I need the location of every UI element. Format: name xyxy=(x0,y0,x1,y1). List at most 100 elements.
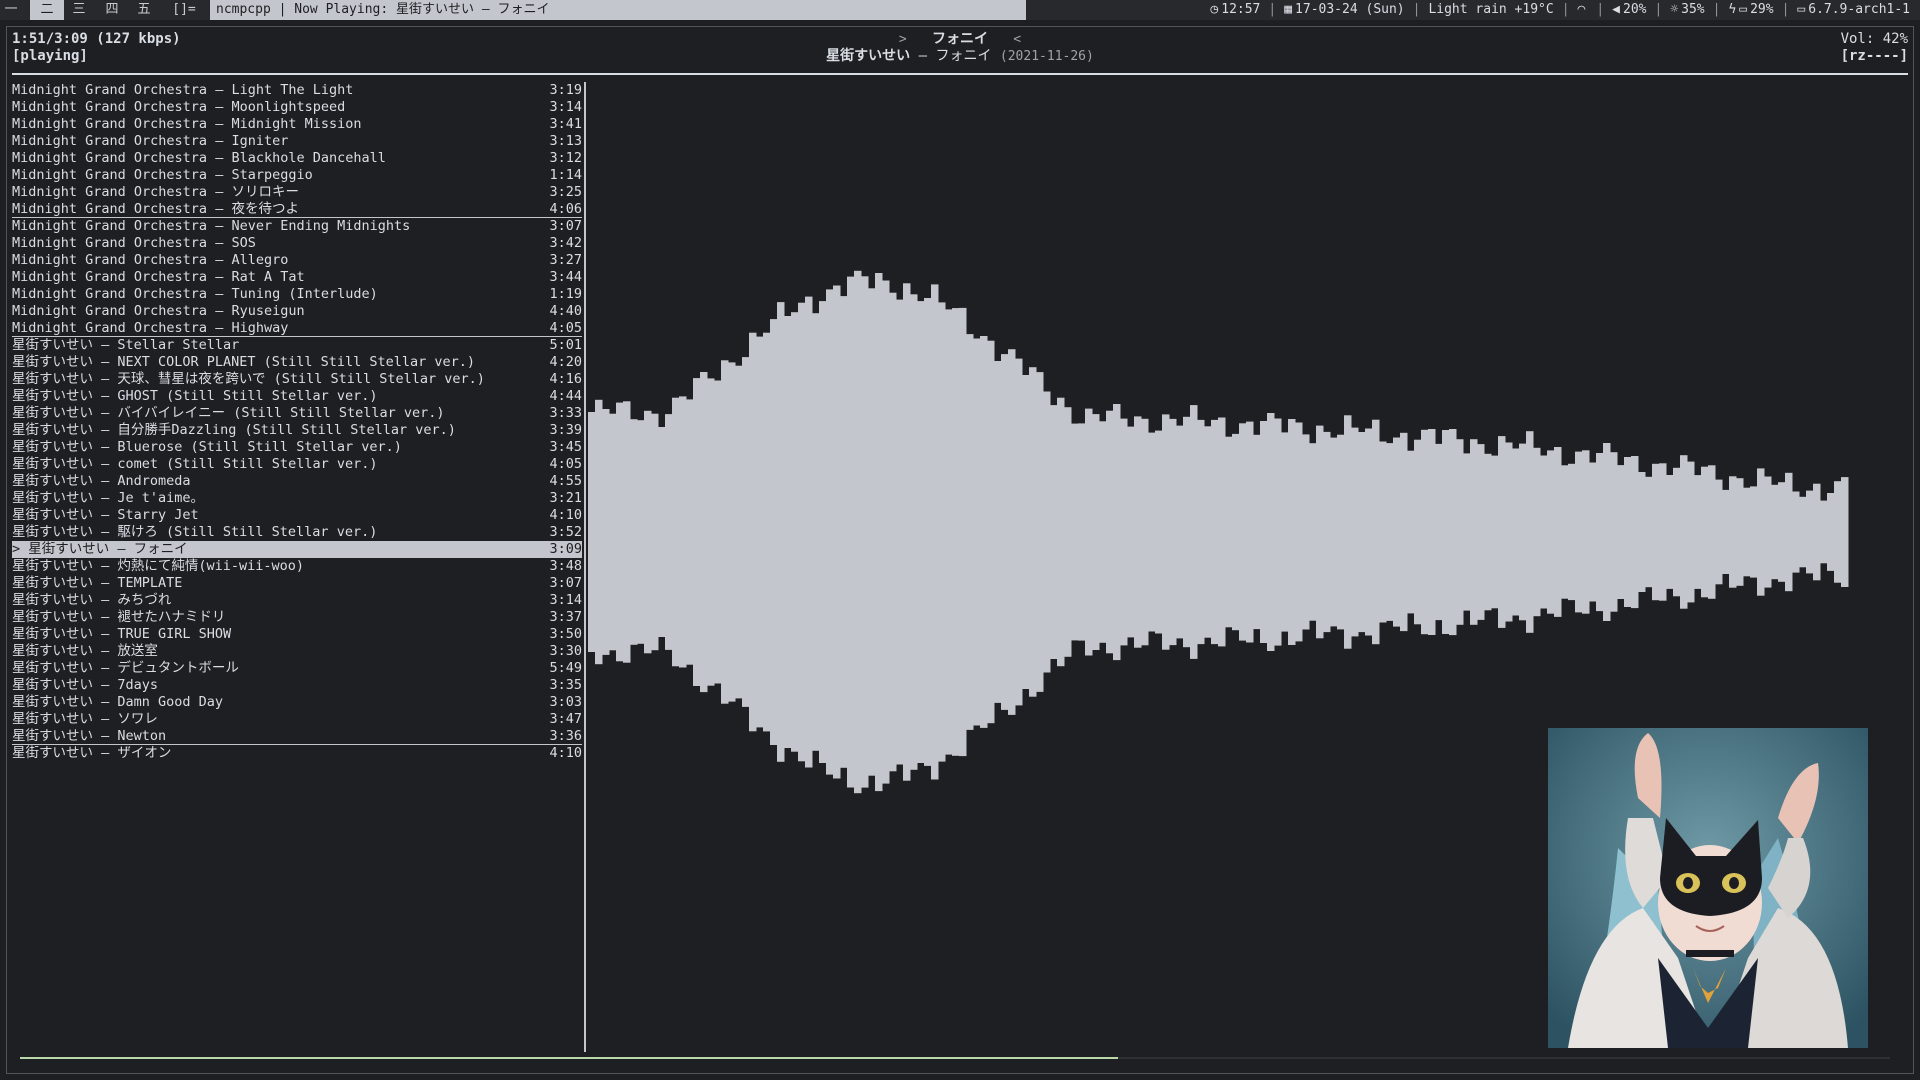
visualizer-bar xyxy=(1379,441,1387,623)
visualizer-bar xyxy=(1834,481,1842,583)
visualizer-bar xyxy=(749,332,757,732)
playlist-row[interactable]: 星街すいせい – ソワレ 3:47 xyxy=(12,711,582,728)
playlist-row[interactable]: 星街すいせい – Andromeda 4:55 xyxy=(12,473,582,490)
playlist-row[interactable]: 星街すいせい – 駆けろ (Still Still Stellar ver.) 3… xyxy=(12,524,582,541)
clock-module: ◷ 12:57 xyxy=(1210,0,1260,20)
visualizer-bar xyxy=(1547,450,1555,614)
playlist-row[interactable]: Midnight Grand Orchestra – Never Ending … xyxy=(12,218,582,235)
visualizer-bar xyxy=(1715,479,1723,585)
workspace-2[interactable]: 二 xyxy=(30,0,64,20)
visualizer-bar xyxy=(952,308,960,756)
playlist-row[interactable]: 星街すいせい – 天球、彗星は夜を跨いで (Still Still Stella… xyxy=(12,371,582,388)
visualizer-bar xyxy=(1337,434,1345,630)
separator: | xyxy=(1596,2,1605,17)
playlist-row[interactable]: 星街すいせい – 7days 3:35 xyxy=(12,677,582,694)
visualizer-bar xyxy=(1134,416,1142,648)
track-duration: 3:48 xyxy=(549,558,582,574)
playlist-row[interactable]: Midnight Grand Orchestra – Moonlightspee… xyxy=(12,99,582,116)
visualizer-bar xyxy=(1505,442,1513,622)
playlist-row-current[interactable]: > 星街すいせい – フォニイ 3:09 xyxy=(12,541,582,558)
playlist-row[interactable]: Midnight Grand Orchestra – Rat A Tat 3:44 xyxy=(12,269,582,286)
playlist-row[interactable]: Midnight Grand Orchestra – Tuning (Inter… xyxy=(12,286,582,303)
workspace-4[interactable]: 四 xyxy=(98,0,126,20)
visualizer-bar xyxy=(1393,437,1401,627)
progress-bar[interactable] xyxy=(20,1057,1890,1059)
playlist-row[interactable]: 星街すいせい – GHOST (Still Still Stellar ver.… xyxy=(12,388,582,405)
separator: | xyxy=(1268,2,1277,17)
playlist-row[interactable]: Midnight Grand Orchestra – SOS 3:42 xyxy=(12,235,582,252)
playlist-row[interactable]: Midnight Grand Orchestra – Starpeggio 1:1… xyxy=(12,167,582,184)
playlist-row[interactable]: 星街すいせい – 褪せたハナミドリ 3:37 xyxy=(12,609,582,626)
separator: | xyxy=(1654,2,1663,17)
track-duration: 3:07 xyxy=(549,218,582,234)
release-date: (2021-11-26) xyxy=(999,49,1094,64)
playlist-row[interactable]: 星街すいせい – Je t'aime。 3:21 xyxy=(12,490,582,507)
workspace-5[interactable]: 五 xyxy=(130,0,158,20)
nav-left: > xyxy=(898,32,907,47)
track-title: Midnight Grand Orchestra – Tuning (Inter… xyxy=(12,286,378,302)
track-title: Midnight Grand Orchestra – Ryuseigun xyxy=(12,303,305,319)
track-title: フォニイ xyxy=(935,48,992,64)
track-duration: 3:25 xyxy=(549,184,582,200)
visualizer-bar xyxy=(1673,467,1681,597)
header-divider xyxy=(12,73,1908,75)
playlist-row[interactable]: Midnight Grand Orchestra – ソリロキー 3:25 xyxy=(12,184,582,201)
clock-text: 12:57 xyxy=(1221,2,1261,17)
volume-module[interactable]: ◀ 20% xyxy=(1612,0,1646,20)
playlist-row[interactable]: 星街すいせい – TEMPLATE 3:07 xyxy=(12,575,582,592)
playlist-row[interactable]: Midnight Grand Orchestra – Light The Lig… xyxy=(12,82,582,99)
playlist-row[interactable]: Midnight Grand Orchestra – Ryuseigun 4:40 xyxy=(12,303,582,320)
playlist-row[interactable]: 星街すいせい – バイバイレイニー (Still Still Stellar v… xyxy=(12,405,582,422)
visualizer-bar xyxy=(854,270,862,794)
artist-name: 星街すいせい xyxy=(826,48,911,64)
visualizer-bar xyxy=(651,413,659,651)
visualizer-bar xyxy=(756,336,764,728)
visualizer-bar xyxy=(1176,425,1184,639)
wifi-module: ◠ xyxy=(1578,0,1589,20)
playlist-row[interactable]: Midnight Grand Orchestra – Igniter 3:13 xyxy=(12,133,582,150)
track-title: 星街すいせい – 駆けろ (Still Still Stellar ver.) xyxy=(12,524,378,540)
playlist-row[interactable]: 星街すいせい – Damn Good Day 3:03 xyxy=(12,694,582,711)
workspace-3[interactable]: 三 xyxy=(64,0,94,20)
playlist-row[interactable]: 星街すいせい – デビュタントボール 5:49 xyxy=(12,660,582,677)
playlist-row[interactable]: Midnight Grand Orchestra – Allegro 3:27 xyxy=(12,252,582,269)
visualizer-bar xyxy=(1106,410,1114,654)
playlist-row[interactable]: 星街すいせい – 放送室 3:30 xyxy=(12,643,582,660)
playlist-row[interactable]: 星街すいせい – Newton 3:36 xyxy=(12,728,582,745)
playlist-row[interactable]: Midnight Grand Orchestra – 夜を待つよ 4:06 xyxy=(12,201,582,218)
playlist-row[interactable]: 星街すいせい – 自分勝手Dazzling (Still Still Stell… xyxy=(12,422,582,439)
visualizer-bar xyxy=(1568,463,1576,601)
playlist-row[interactable]: 星街すいせい – みちづれ 3:14 xyxy=(12,592,582,609)
playlist-row[interactable]: 星街すいせい – comet (Still Still Stellar ver.… xyxy=(12,456,582,473)
track-title: 星街すいせい – Stellar Stellar xyxy=(12,337,240,353)
column-divider xyxy=(584,82,586,1052)
separator: | xyxy=(1561,2,1570,17)
playlist-row[interactable]: 星街すいせい – NEXT COLOR PLANET (Still Still … xyxy=(12,354,582,371)
playlist-row[interactable]: 星街すいせい – Starry Jet 4:10 xyxy=(12,507,582,524)
workspace-label: 五 xyxy=(137,2,151,17)
title-separator: – xyxy=(910,48,936,64)
visualizer-bar xyxy=(1820,500,1828,564)
playlist-row[interactable]: 星街すいせい – ザイオン 4:10 xyxy=(12,745,582,762)
playlist-row[interactable]: 星街すいせい – TRUE GIRL SHOW 3:50 xyxy=(12,626,582,643)
visualizer-bar xyxy=(1799,496,1807,568)
track-duration: 4:10 xyxy=(549,507,582,523)
visualizer-bar xyxy=(896,299,904,765)
playlist-row[interactable]: Midnight Grand Orchestra – Blackhole Dan… xyxy=(12,150,582,167)
playlist-row[interactable]: 星街すいせい – Bluerose (Still Still Stellar v… xyxy=(12,439,582,456)
visualizer-bar xyxy=(924,298,932,766)
layout-indicator[interactable]: []= xyxy=(166,0,202,20)
battery-module: ϟ ▭ 29% xyxy=(1728,0,1773,20)
playlist-row[interactable]: Midnight Grand Orchestra – Midnight Miss… xyxy=(12,116,582,133)
playlist-row[interactable]: 星街すいせい – Stellar Stellar 5:01 xyxy=(12,337,582,354)
track-duration: 3:35 xyxy=(549,677,582,693)
visualizer-bar xyxy=(735,365,743,699)
track-title: Midnight Grand Orchestra – SOS xyxy=(12,235,256,251)
playlist-row[interactable]: 星街すいせい – 灼熱にて純情(wii-wii-woo) 3:48 xyxy=(12,558,582,575)
workspace-1[interactable]: 一 xyxy=(0,0,22,20)
visualizer-bar xyxy=(1274,418,1282,646)
visualizer-bar xyxy=(1169,418,1177,646)
track-duration: 3:33 xyxy=(549,405,582,421)
playlist-row[interactable]: Midnight Grand Orchestra – Highway 4:05 xyxy=(12,320,582,337)
track-duration: 3:37 xyxy=(549,609,582,625)
